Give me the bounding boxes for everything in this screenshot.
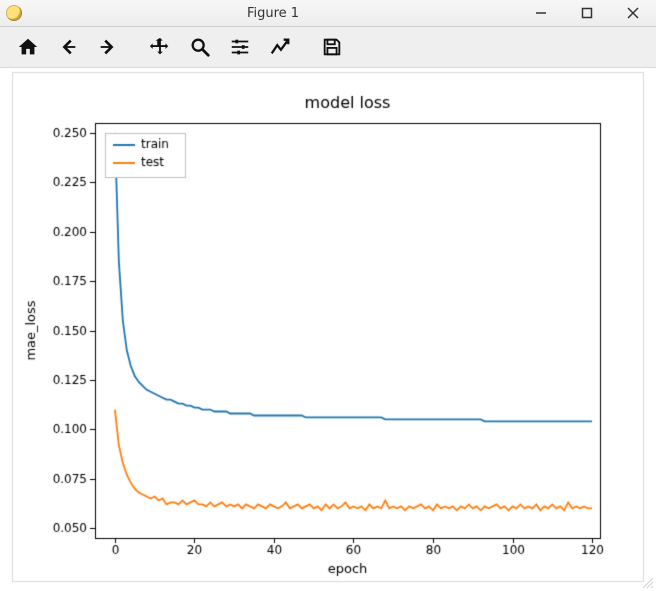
save-button[interactable]	[312, 29, 352, 65]
sliders-icon	[229, 36, 251, 58]
figure-area	[0, 68, 656, 591]
home-icon	[17, 36, 39, 58]
back-button[interactable]	[48, 29, 88, 65]
window-title: Figure 1	[28, 6, 518, 21]
maximize-button[interactable]	[564, 0, 610, 26]
arrow-left-icon	[57, 36, 79, 58]
minimize-icon	[535, 7, 547, 19]
zoom-button[interactable]	[180, 29, 220, 65]
window-controls	[518, 0, 656, 26]
arrow-right-icon	[97, 36, 119, 58]
configure-button[interactable]	[220, 29, 260, 65]
minimize-button[interactable]	[518, 0, 564, 26]
forward-button[interactable]	[88, 29, 128, 65]
axes-button[interactable]	[260, 29, 300, 65]
save-icon	[321, 36, 343, 58]
zoom-icon	[189, 36, 211, 58]
move-icon	[149, 36, 171, 58]
chart-line-icon	[269, 36, 291, 58]
close-icon	[627, 7, 639, 19]
home-button[interactable]	[8, 29, 48, 65]
plot-canvas[interactable]	[0, 68, 656, 591]
maximize-icon	[581, 7, 593, 19]
pan-button[interactable]	[140, 29, 180, 65]
app-icon	[6, 5, 22, 21]
window-titlebar: Figure 1	[0, 0, 656, 27]
plot-toolbar	[0, 27, 656, 68]
close-button[interactable]	[610, 0, 656, 26]
resize-grip[interactable]	[640, 575, 654, 589]
